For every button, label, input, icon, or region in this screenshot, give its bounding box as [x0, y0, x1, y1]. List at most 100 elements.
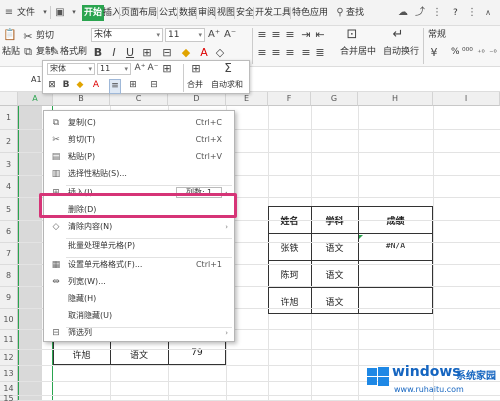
menu-item-copy[interactable]: ⧉ 复制(C) Ctrl+C [44, 115, 234, 131]
align-middle-icon[interactable]: ≡ [270, 28, 282, 41]
align-top-icon[interactable]: ≡ [256, 28, 268, 41]
column-header-f[interactable]: F [268, 92, 311, 106]
wrap-text-icon[interactable]: ↵ [390, 28, 406, 41]
wrap-text-label[interactable]: 自动换行 [383, 46, 419, 58]
search-icon[interactable]: ⚲ [334, 6, 346, 19]
copy-icon[interactable]: ⧉ [22, 45, 34, 58]
menu-item-filter-column[interactable]: ⊟ 筛选列 › [44, 325, 234, 341]
format-painter-icon[interactable]: ✎ [50, 45, 60, 58]
font-color-icon[interactable]: A [198, 46, 210, 59]
font-name-select[interactable]: 宋体 ▾ [91, 28, 163, 42]
column-header-i[interactable]: I [433, 92, 500, 106]
save-icon[interactable]: ▣ [54, 6, 66, 19]
border-icon[interactable]: ⊞ [161, 62, 173, 75]
row-header[interactable]: 12 [0, 350, 18, 366]
fill-color-icon[interactable]: ◆ [75, 79, 85, 92]
chevron-down-icon[interactable]: ▾ [68, 6, 80, 19]
menu-item-paste[interactable]: ▤ 粘贴(P) Ctrl+V [44, 149, 234, 165]
menu-item-hide[interactable]: 隐藏(H) [44, 291, 234, 307]
column-header-g[interactable]: G [311, 92, 358, 106]
table-cell[interactable]: 许旭 [268, 295, 311, 308]
row-header[interactable]: 15 [0, 395, 18, 401]
format-icon[interactable]: ⊠ [47, 79, 57, 92]
indent-icon[interactable]: ⇥ [300, 28, 312, 41]
merge-center-label[interactable]: 合并居中 [340, 46, 376, 58]
corner-cell[interactable] [0, 92, 18, 106]
more-icon[interactable]: ⋮ [431, 6, 443, 19]
menu-item-unhide[interactable]: 取消隐藏(U) [44, 308, 234, 324]
bold-icon[interactable]: B [92, 46, 104, 59]
tab-security[interactable]: 安全 [235, 5, 255, 21]
mini-autosum-label[interactable]: 自动求和 [211, 79, 243, 91]
share-icon[interactable]: ⤴ [414, 6, 426, 19]
merge-icon[interactable]: ⊟ [147, 79, 161, 92]
clear-icon[interactable]: ◇ [214, 46, 226, 59]
justify-icon[interactable]: ≡ [300, 46, 312, 59]
tab-page-layout[interactable]: 页面布局 [120, 5, 158, 21]
menu-item-cut[interactable]: ✂ 剪切(T) Ctrl+X [44, 132, 234, 148]
border-icon[interactable]: ⊞ [127, 79, 139, 92]
tab-special[interactable]: 特色应用 [291, 5, 329, 21]
mini-font-name-select[interactable]: 宋体 ▾ [47, 63, 95, 75]
row-header[interactable]: 7 [0, 243, 18, 265]
menu-item-paste-special[interactable]: ▥ 选择性粘贴(S)... [44, 166, 234, 182]
distribute-icon[interactable]: ≣ [314, 46, 326, 59]
search-label[interactable]: 查找 [346, 6, 364, 20]
file-menu[interactable]: 文件 [17, 6, 35, 20]
row-header[interactable]: 2 [0, 130, 18, 153]
column-header-b[interactable]: B [53, 92, 110, 106]
column-header-h[interactable]: H [358, 92, 433, 106]
underline-icon[interactable]: U [124, 46, 136, 59]
font-shrink-icon[interactable]: A⁻ [224, 28, 236, 41]
outdent-icon[interactable]: ⇤ [314, 28, 326, 41]
table-cell[interactable]: 语文 [311, 268, 358, 281]
name-box[interactable]: A1 [31, 75, 42, 84]
tab-view[interactable]: 视图 [216, 5, 236, 21]
italic-icon[interactable]: I [108, 46, 120, 59]
tab-home[interactable]: 开始 [82, 5, 105, 21]
cloud-icon[interactable]: ☁ [397, 6, 409, 19]
cut-icon[interactable]: ✂ [22, 30, 34, 43]
row-header[interactable]: 10 [0, 309, 18, 330]
more-icon[interactable]: ⋮ [466, 6, 478, 19]
mini-font-size-select[interactable]: 11 ▾ [97, 63, 131, 75]
font-grow-icon[interactable]: A⁺ [208, 28, 220, 41]
percent-button[interactable]: % [451, 46, 460, 58]
fill-color-icon[interactable]: ◆ [180, 46, 192, 59]
row-header[interactable]: 5 [0, 198, 18, 221]
paste-icon[interactable]: 📋 [3, 28, 17, 41]
row-header[interactable]: 13 [0, 366, 18, 382]
font-size-select[interactable]: 11 ▾ [165, 28, 205, 42]
table-cell[interactable]: 语文 [311, 295, 358, 308]
row-header[interactable]: 3 [0, 153, 18, 176]
menu-item-batch[interactable]: 批量处理单元格(P) [44, 238, 234, 254]
tab-formula[interactable]: 公式 [158, 5, 178, 21]
menu-item-clear[interactable]: ◇ 清除内容(N) › [44, 219, 234, 235]
column-header-a[interactable]: A [18, 92, 53, 106]
row-header[interactable]: 1 [0, 106, 18, 130]
menu-item-format-cells[interactable]: ▦ 设置单元格格式(F)... Ctrl+1 [44, 257, 234, 273]
paste-label[interactable]: 粘贴 [2, 46, 20, 58]
font-grow-icon[interactable]: A⁺ [134, 62, 146, 75]
tab-developer[interactable]: 开发工具 [254, 5, 292, 21]
row-header[interactable]: 4 [0, 176, 18, 198]
bold-icon[interactable]: B [61, 79, 71, 92]
number-format-value[interactable]: 常规 [428, 29, 446, 41]
row-header[interactable]: 8 [0, 265, 18, 287]
increase-decimal-icon[interactable]: ⁺⁰ [476, 46, 486, 59]
font-color-icon[interactable]: A [91, 79, 101, 92]
column-header-e[interactable]: E [226, 92, 268, 106]
sum-icon[interactable]: Σ [221, 62, 235, 75]
table-cell[interactable]: 陈珂 [268, 268, 311, 281]
tab-review[interactable]: 审阅 [197, 5, 217, 21]
font-shrink-icon[interactable]: A⁻ [147, 62, 159, 75]
help-button[interactable]: ? [453, 6, 458, 20]
hamburger-icon[interactable]: ≡ [3, 6, 15, 19]
currency-icon[interactable]: ¥ [428, 46, 440, 59]
column-header-c[interactable]: C [110, 92, 168, 106]
collapse-icon[interactable]: ∧ [482, 6, 494, 19]
align-center-icon[interactable]: ≡ [270, 46, 282, 59]
merge-icon[interactable]: ⊟ [160, 46, 174, 59]
align-left-icon[interactable]: ≡ [256, 46, 268, 59]
mini-merge-label[interactable]: 合并 [187, 79, 203, 91]
